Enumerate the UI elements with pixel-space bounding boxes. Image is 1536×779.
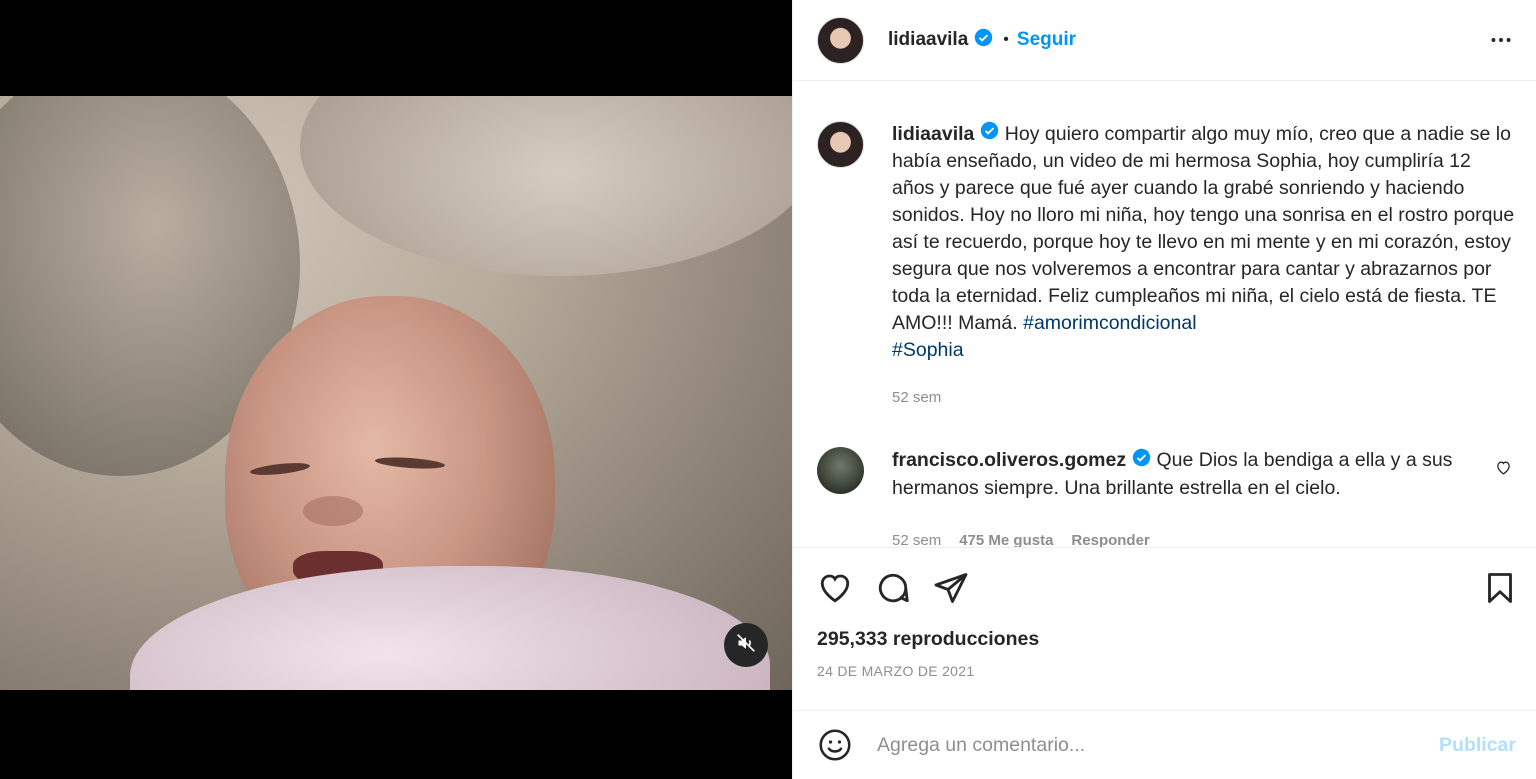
bookmark-icon[interactable] [1482,570,1518,611]
caption: lidiaavila Hoy quiero compartir algo muy… [817,121,1516,411]
comment-meta: 52 sem 475 Me gusta Responder [892,532,1516,547]
hashtag-link[interactable]: #Sophia [892,339,964,361]
comment-time[interactable]: 52 sem [892,532,941,547]
comment-icon[interactable] [875,570,911,606]
comment-input[interactable] [877,733,1440,757]
follow-button[interactable]: Seguir [1017,29,1076,51]
comment-username[interactable]: francisco.oliveros.gomez [892,449,1126,471]
post-header: lidiaavila • Seguir [793,0,1536,81]
caption-username[interactable]: lidiaavila [892,123,974,145]
add-comment-bar: Publicar [793,710,1536,779]
verified-badge-icon [980,121,999,148]
avatar[interactable] [817,121,864,168]
post-panel: lidiaavila • Seguir lidiaavila Hoy quier… [792,0,1536,779]
post-actions: 295,333 reproducciones 24 DE MARZO DE 20… [793,547,1536,710]
reply-button[interactable]: Responder [1071,532,1149,547]
comment-text: francisco.oliveros.gomez Que Dios la ben… [892,447,1492,501]
action-icons [817,570,1512,606]
verified-badge-icon [974,28,993,52]
header-username[interactable]: lidiaavila [888,29,968,51]
heart-icon[interactable] [817,570,853,606]
media-area [0,0,792,779]
publish-button[interactable]: Publicar [1439,734,1516,757]
video-player[interactable] [0,96,792,690]
verified-badge-icon [1132,448,1151,475]
post-date[interactable]: 24 DE MARZO DE 2021 [817,663,1512,679]
comment-item: francisco.oliveros.gomez Que Dios la ben… [817,447,1516,501]
share-icon[interactable] [933,570,969,606]
video-content [300,96,792,276]
caption-text: lidiaavila Hoy quiero compartir algo muy… [892,121,1516,411]
comments-section[interactable]: lidiaavila Hoy quiero compartir algo muy… [793,81,1536,547]
more-horizontal-icon[interactable] [1488,27,1514,58]
hashtag-link[interactable]: #amorimcondicional [1023,312,1196,334]
caption-time[interactable]: 52 sem [892,384,1516,411]
muted-speaker-icon [736,633,756,658]
heart-icon[interactable] [1495,459,1512,481]
comment-likes[interactable]: 475 Me gusta [959,532,1053,547]
video-content [130,566,770,690]
avatar[interactable] [817,16,864,64]
emoji-icon[interactable] [817,727,853,763]
separator-dot: • [1003,31,1009,48]
view-count[interactable]: 295,333 reproducciones [817,628,1512,651]
instagram-post-view: lidiaavila • Seguir lidiaavila Hoy quier… [0,0,1536,779]
mute-toggle-button[interactable] [724,623,768,667]
caption-body: Hoy quiero compartir algo muy mío, creo … [892,123,1515,335]
avatar[interactable] [817,447,864,495]
